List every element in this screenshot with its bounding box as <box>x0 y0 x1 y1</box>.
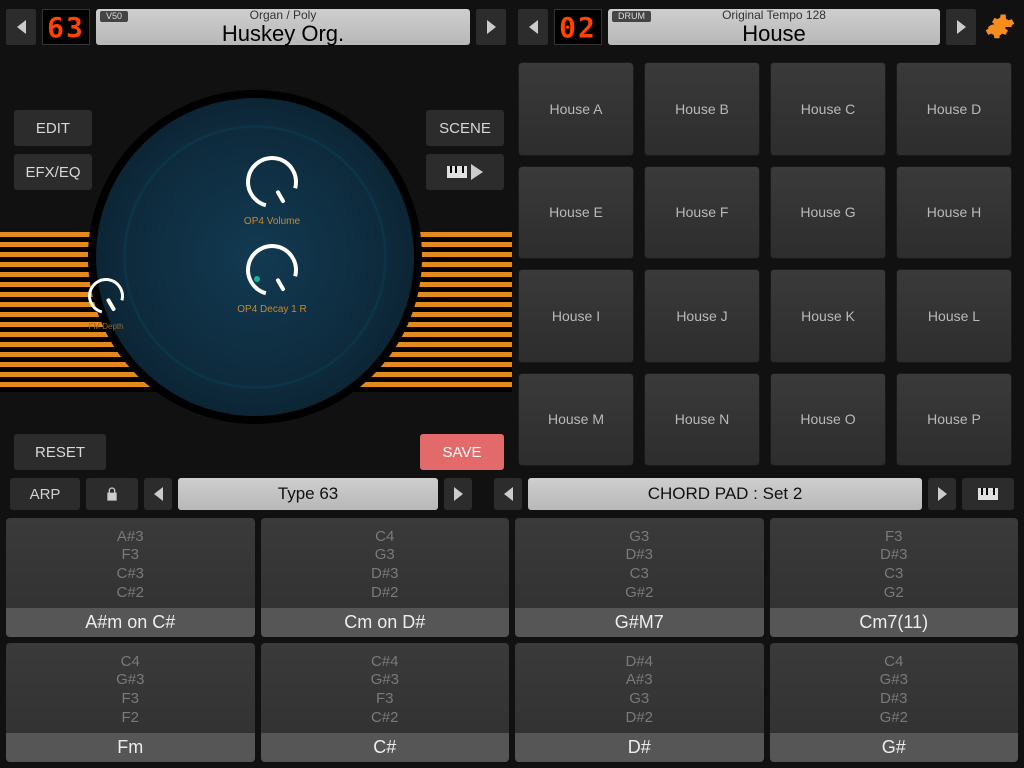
drum-number: 02 <box>554 9 602 45</box>
chord-notes: C4G#3F3F2 <box>116 643 144 733</box>
chord-pad-grid: A#3F3C#3C#2 A#m on C# C4G3D#3D#2 Cm on D… <box>0 514 1024 768</box>
drum-pad[interactable]: House A <box>518 62 634 156</box>
drum-pad[interactable]: House F <box>644 166 760 260</box>
chord-label: Cm on D# <box>261 608 510 637</box>
chord-notes: C#4G#3F3C#2 <box>371 643 399 733</box>
drum-pad[interactable]: House M <box>518 373 634 467</box>
drum-bank-tag: DRUM <box>612 11 651 22</box>
piano-icon <box>978 488 998 500</box>
piano-icon <box>447 166 467 178</box>
keyboard-button[interactable] <box>962 478 1014 510</box>
arp-type-prev[interactable] <box>144 478 172 510</box>
settings-button[interactable] <box>982 9 1018 45</box>
drum-pad[interactable]: House N <box>644 373 760 467</box>
arrow-left-icon <box>154 487 163 501</box>
knob-op4-decay[interactable] <box>236 234 307 305</box>
arp-type-display[interactable]: Type 63 <box>178 478 438 510</box>
reset-button[interactable]: RESET <box>14 434 106 470</box>
drum-pad[interactable]: House G <box>770 166 886 260</box>
drum-pad[interactable]: House L <box>896 269 1012 363</box>
arrow-left-icon <box>17 20 26 34</box>
drum-pad[interactable]: House B <box>644 62 760 156</box>
drum-prev-button[interactable] <box>518 9 548 45</box>
xy-pad-area: OP4 Volume OP4 Decay 1 R FM Depth EDIT E… <box>0 54 512 474</box>
chord-notes: F3D#3C3G2 <box>880 518 908 608</box>
chord-pad[interactable]: C4G#3F3F2 Fm <box>6 643 255 762</box>
arrow-right-icon <box>454 487 463 501</box>
knob-op4-decay-label: OP4 Decay 1 R <box>222 304 322 315</box>
chord-notes: C4G3D#3D#2 <box>371 518 399 608</box>
drum-preset-name: House <box>742 22 806 45</box>
drum-next-button[interactable] <box>946 9 976 45</box>
synth-preset-name: Huskey Org. <box>222 22 344 45</box>
chord-set-next[interactable] <box>928 478 956 510</box>
chord-label: G# <box>770 733 1019 762</box>
arrow-left-icon <box>504 487 513 501</box>
drum-pad[interactable]: House D <box>896 62 1012 156</box>
synth-bank-tag: V50 <box>100 11 128 22</box>
gear-icon <box>985 12 1015 42</box>
lock-button[interactable] <box>86 478 138 510</box>
chord-pad[interactable]: C#4G#3F3C#2 C# <box>261 643 510 762</box>
sequence-play-button[interactable] <box>426 154 504 190</box>
chord-notes: G3D#3C3G#2 <box>625 518 653 608</box>
chord-pad[interactable]: C4G#3D#3G#2 G# <box>770 643 1019 762</box>
knob-op4-volume-label: OP4 Volume <box>222 216 322 227</box>
chord-label: Fm <box>6 733 255 762</box>
drum-pad[interactable]: House J <box>644 269 760 363</box>
drum-tempo: Original Tempo 128 <box>722 9 826 22</box>
synth-prev-button[interactable] <box>6 9 36 45</box>
synth-number: 63 <box>42 9 90 45</box>
knob-op4-volume[interactable] <box>236 146 307 217</box>
synth-preset-display[interactable]: V50 Organ / Poly Huskey Org. <box>96 9 470 45</box>
edit-button[interactable]: EDIT <box>14 110 92 146</box>
drum-pad[interactable]: House I <box>518 269 634 363</box>
chord-label: Cm7(11) <box>770 608 1019 637</box>
arrow-right-icon <box>957 20 966 34</box>
chord-label: G#M7 <box>515 608 764 637</box>
chord-pad[interactable]: D#4A#3G3D#2 D# <box>515 643 764 762</box>
chord-pad[interactable]: F3D#3C3G2 Cm7(11) <box>770 518 1019 637</box>
drum-pad[interactable]: House E <box>518 166 634 260</box>
xy-cursor-dot <box>254 276 260 282</box>
drum-pad[interactable]: House H <box>896 166 1012 260</box>
efx-eq-button[interactable]: EFX/EQ <box>14 154 92 190</box>
scene-button[interactable]: SCENE <box>426 110 504 146</box>
chord-notes: A#3F3C#3C#2 <box>116 518 144 608</box>
drum-pad[interactable]: House K <box>770 269 886 363</box>
chord-label: C# <box>261 733 510 762</box>
play-icon <box>471 164 483 180</box>
drum-pad-grid: House A House B House C House D House E … <box>518 62 1012 466</box>
chord-pad[interactable]: G3D#3C3G#2 G#M7 <box>515 518 764 637</box>
drum-pad[interactable]: House P <box>896 373 1012 467</box>
arrow-left-icon <box>529 20 538 34</box>
arp-button[interactable]: ARP <box>10 478 80 510</box>
chord-set-display[interactable]: CHORD PAD : Set 2 <box>528 478 922 510</box>
arp-type-next[interactable] <box>444 478 472 510</box>
synth-next-button[interactable] <box>476 9 506 45</box>
chord-set-prev[interactable] <box>494 478 522 510</box>
chord-label: A#m on C# <box>6 608 255 637</box>
xy-disc[interactable]: OP4 Volume OP4 Decay 1 R FM Depth <box>88 90 422 424</box>
knob-fm-label: FM Depth <box>56 322 156 331</box>
chord-notes: C4G#3D#3G#2 <box>880 643 908 733</box>
chord-pad[interactable]: C4G3D#3D#2 Cm on D# <box>261 518 510 637</box>
lock-icon <box>104 486 120 502</box>
arrow-right-icon <box>487 20 496 34</box>
drum-preset-display[interactable]: DRUM Original Tempo 128 House <box>608 9 940 45</box>
chord-label: D# <box>515 733 764 762</box>
synth-category: Organ / Poly <box>250 9 317 22</box>
chord-pad[interactable]: A#3F3C#3C#2 A#m on C# <box>6 518 255 637</box>
arrow-right-icon <box>938 487 947 501</box>
drum-pad[interactable]: House C <box>770 62 886 156</box>
save-button[interactable]: SAVE <box>420 434 504 470</box>
chord-notes: D#4A#3G3D#2 <box>625 643 653 733</box>
drum-pad[interactable]: House O <box>770 373 886 467</box>
